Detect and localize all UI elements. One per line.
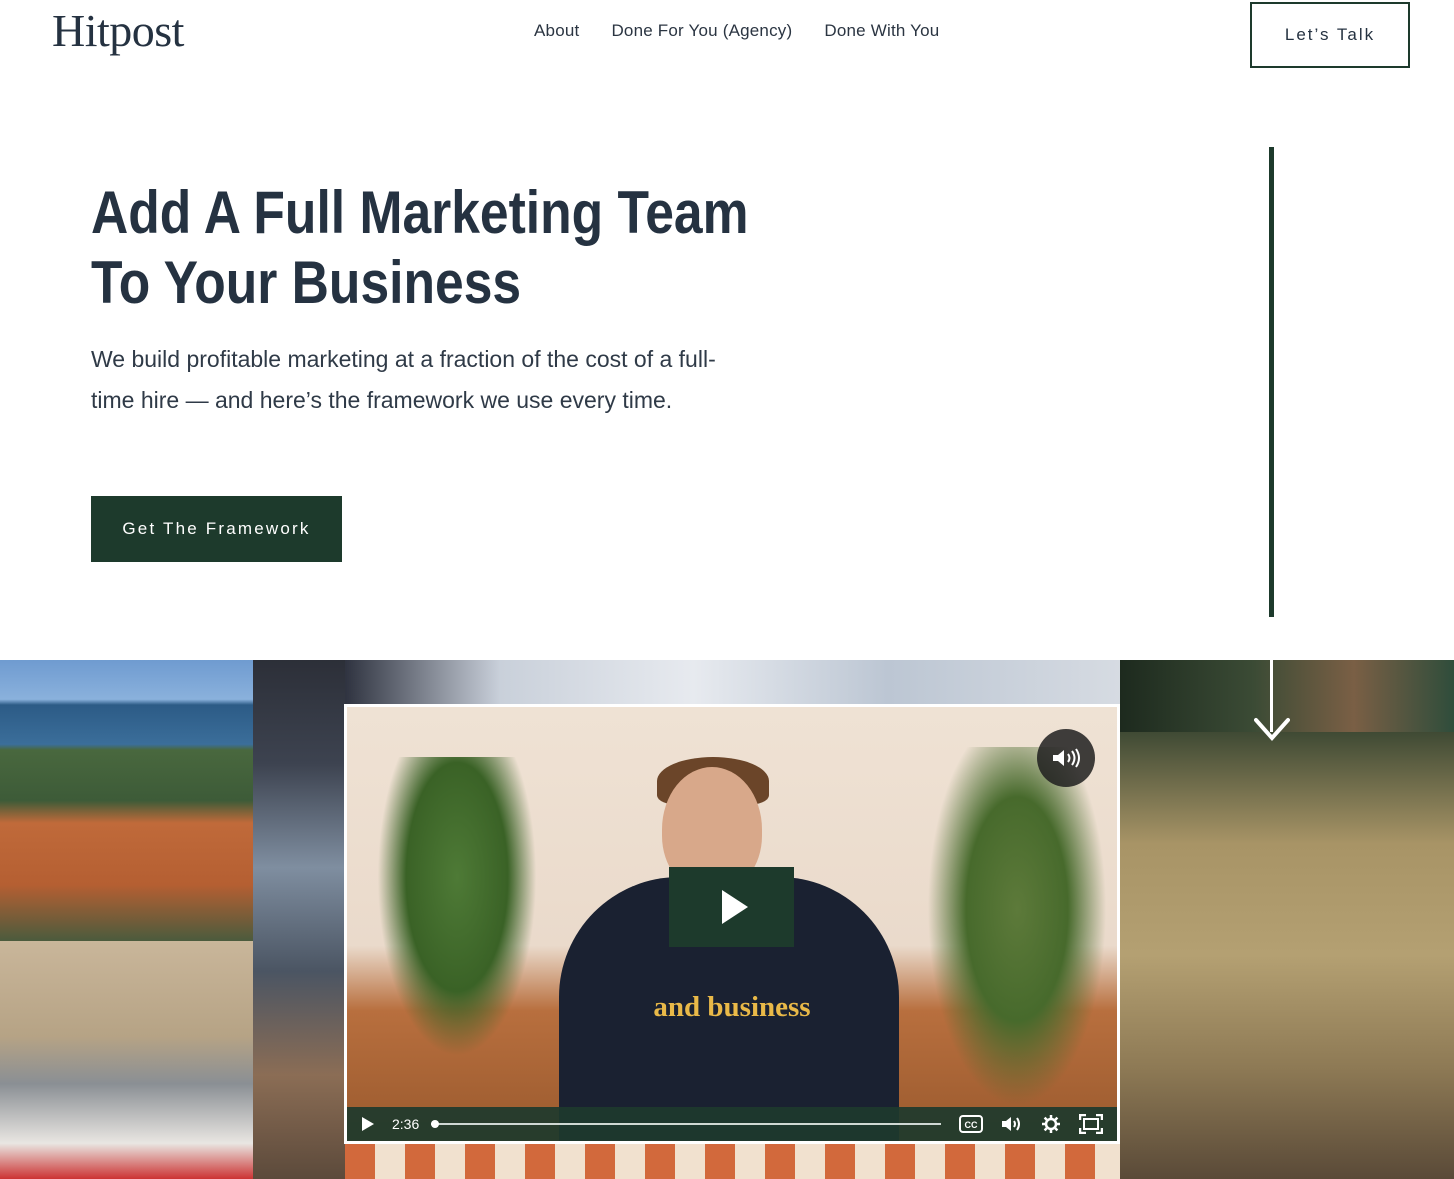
- hero-title: Add A Full Marketing Team To Your Busine…: [91, 178, 749, 318]
- video-play-button[interactable]: [669, 867, 794, 947]
- control-icons: CC: [959, 1114, 1104, 1134]
- hero-title-line-1: Add A Full Marketing Team: [91, 179, 749, 246]
- beach-umbrellas-photo: [345, 1144, 1120, 1179]
- video-progress-bar[interactable]: [431, 1120, 942, 1128]
- settings-gear-icon[interactable]: [1041, 1114, 1061, 1134]
- yacht-photo: [253, 660, 345, 1179]
- villa-car-photo: [1120, 732, 1454, 1179]
- unmute-button[interactable]: [1037, 729, 1095, 787]
- closed-captions-icon[interactable]: CC: [959, 1115, 984, 1133]
- speaker-icon: [1053, 748, 1080, 768]
- nav-about[interactable]: About: [534, 21, 579, 41]
- video-caption: and business: [653, 991, 811, 1023]
- video-time: 2:36: [392, 1116, 420, 1132]
- nav-done-for-you[interactable]: Done For You (Agency): [611, 21, 792, 41]
- site-logo[interactable]: Hitpost: [52, 4, 184, 57]
- nav-done-with-you[interactable]: Done With You: [824, 21, 939, 41]
- video-player[interactable]: and business 2:36 CC: [344, 704, 1120, 1144]
- tennis-court-photo: [0, 660, 253, 941]
- control-play-icon[interactable]: [362, 1117, 374, 1131]
- race-car-photo: [0, 941, 253, 1179]
- get-framework-button[interactable]: Get The Framework: [91, 496, 342, 562]
- video-controls: 2:36 CC: [347, 1107, 1117, 1141]
- progress-knob[interactable]: [431, 1120, 440, 1128]
- hero-subtitle: We build profitable marketing at a fract…: [91, 346, 716, 413]
- svg-text:CC: CC: [965, 1120, 978, 1130]
- hero-title-line-2: To Your Business: [91, 249, 522, 316]
- arrow-down-icon: [1254, 718, 1290, 742]
- scroll-indicator-line: [1269, 147, 1274, 617]
- plant-right: [927, 747, 1107, 1107]
- fullscreen-icon[interactable]: [1079, 1114, 1104, 1134]
- scroll-indicator-line-lower: [1270, 617, 1273, 732]
- main-nav: About Done For You (Agency) Done With Yo…: [534, 21, 939, 41]
- play-icon: [721, 890, 748, 924]
- umbrella-photo: [345, 660, 1120, 710]
- volume-icon[interactable]: [1001, 1115, 1023, 1133]
- page: Hitpost About Done For You (Agency) Done…: [0, 0, 1454, 1179]
- lets-talk-button[interactable]: Let’s Talk: [1250, 2, 1410, 68]
